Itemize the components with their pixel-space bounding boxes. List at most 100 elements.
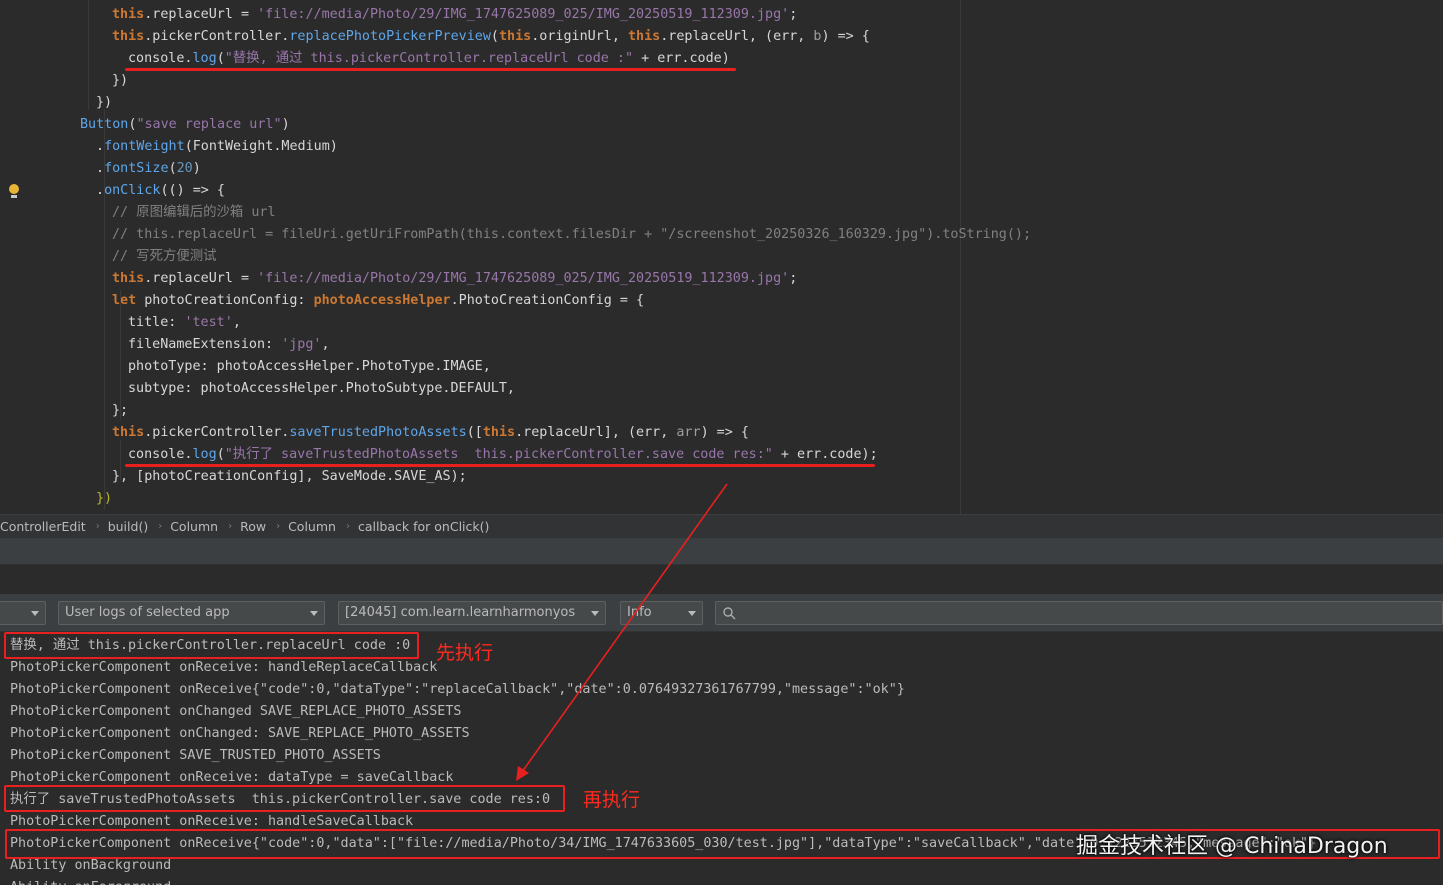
code-token: let [112, 293, 145, 308]
watermark: 掘金技术社区 @ ChinaDragon [1076, 834, 1388, 859]
indent-guide [120, 440, 121, 480]
code-token: this [627, 29, 661, 44]
code-line: this .pickerController.saveTrustedPhotoAs… [112, 422, 749, 444]
code-line: let photoCreationConfig: photoAccessHelp… [112, 290, 644, 312]
code-token: .pickerController. [144, 29, 290, 44]
code-token: ) => { [821, 29, 870, 44]
code-line: title: 'test', [128, 312, 241, 334]
highlight-box-second-log [4, 785, 565, 812]
log-filter-bar: User logs of selected app [24045] com.le… [0, 594, 1443, 632]
code-token: "执行了 saveTrustedPhotoAssets this.pickerC… [224, 447, 773, 462]
indent-guide [120, 290, 121, 420]
tool-window-header [0, 538, 1443, 564]
code-token: this [112, 271, 145, 286]
code-token: this [482, 425, 516, 440]
lightbulb-icon[interactable] [9, 184, 19, 198]
code-token: "save replace url" [136, 117, 282, 132]
code-token: // 原图编辑后的沙箱 url [112, 205, 276, 220]
code-token: title: [128, 315, 185, 330]
log-line: PhotoPickerComponent SAVE_TRUSTED_PHOTO_… [10, 748, 381, 763]
code-line: }, [photoCreationConfig], SaveMode.SAVE_… [112, 466, 467, 488]
code-token: }) [112, 73, 129, 88]
breadcrumb-item[interactable]: build() [108, 519, 157, 534]
annotation-second: 再执行 [583, 789, 641, 811]
code-token: .originUrl, [531, 29, 628, 44]
log-line: PhotoPickerComponent onReceive{"code":0,… [10, 682, 905, 697]
log-line: PhotoPickerComponent onChanged: SAVE_REP… [10, 726, 470, 741]
log-scope-select[interactable]: User logs of selected app [58, 601, 325, 625]
code-token: this [498, 29, 532, 44]
chevron-right-icon: › [228, 521, 233, 532]
code-token: ([ [466, 425, 483, 440]
code-token: .replaceUrl = [144, 271, 258, 286]
log-level-value: Info [627, 605, 652, 620]
code-token: "替换, 通过 this.pickerController.replaceUrl… [224, 51, 634, 66]
process-select[interactable]: [24045] com.learn.learnharmonyos [338, 601, 606, 625]
code-token: photoAccessHelper [313, 293, 451, 308]
code-token: , [321, 337, 330, 352]
chevron-right-icon: › [345, 521, 350, 532]
code-token: ) [281, 117, 290, 132]
code-line: // this.replaceUrl = fileUri.getUriFromP… [112, 224, 1031, 246]
code-token: ; [789, 7, 798, 22]
underline-annotation-1 [125, 68, 736, 71]
code-editor[interactable]: this.replaceUrl = 'file://media/Photo/29… [0, 0, 1443, 514]
code-line: }) [112, 70, 128, 92]
code-token: .replaceUrl], (err, [515, 425, 677, 440]
code-token: ( [216, 51, 225, 66]
code-token: . [96, 183, 105, 198]
code-token: + err.code); [772, 447, 878, 462]
indent-guide [104, 110, 105, 510]
code-token: . [96, 161, 105, 176]
code-token: (FontWeight.Medium) [184, 139, 338, 154]
code-line: console.log("执行了 saveTrustedPhotoAssets … [128, 444, 878, 466]
code-token: fontWeight [104, 139, 185, 154]
breadcrumb-item[interactable]: ControllerEdit [0, 519, 94, 534]
device-select[interactable] [0, 601, 46, 625]
code-line: // 写死方便测试 [112, 246, 217, 268]
code-token: photoType: photoAccessHelper.PhotoType.I… [128, 359, 491, 374]
search-icon [723, 607, 736, 620]
log-scope-value: User logs of selected app [65, 605, 230, 620]
code-token: (err, [765, 29, 814, 44]
code-token: 'file://media/Photo/29/IMG_1747625089_02… [257, 7, 790, 22]
chevron-right-icon: › [158, 521, 163, 532]
log-level-select[interactable]: Info [620, 601, 703, 625]
code-token: this [112, 29, 145, 44]
code-token: // this.replaceUrl = fileUri.getUriFromP… [112, 227, 1032, 242]
code-token: fileNameExtension: [128, 337, 282, 352]
code-token: log [192, 51, 217, 66]
code-token: console. [128, 447, 193, 462]
code-token: ( [216, 447, 225, 462]
breadcrumb-item[interactable]: callback for onClick() [358, 519, 497, 534]
chevron-down-icon [31, 611, 39, 616]
chevron-right-icon: › [276, 521, 281, 532]
code-token: }, [photoCreationConfig], SaveMode.SAVE_… [112, 469, 467, 484]
breadcrumb-item[interactable]: Column [288, 519, 344, 534]
log-line: PhotoPickerComponent onChanged SAVE_REPL… [10, 704, 462, 719]
code-token: // 写死方便测试 [112, 249, 217, 264]
code-token: 20 [176, 161, 193, 176]
code-token: ( [168, 161, 177, 176]
breadcrumb-item[interactable]: Row [240, 519, 274, 534]
log-line: PhotoPickerComponent onReceive: handleRe… [10, 660, 438, 675]
breadcrumb: ControllerEdit › build() › Column › Row › Column… [0, 514, 1443, 538]
code-line: .fontWeight(FontWeight.Medium) [96, 136, 338, 158]
code-line: .onClick(() => { [96, 180, 225, 202]
breadcrumb-item[interactable]: Column [170, 519, 226, 534]
chevron-down-icon [688, 611, 696, 616]
code-token: .pickerController. [144, 425, 290, 440]
log-search-input[interactable] [715, 601, 1443, 625]
code-token: ) => { [700, 425, 749, 440]
code-token: }) [96, 95, 113, 110]
code-token: arr [676, 425, 701, 440]
right-margin-guide [960, 0, 961, 514]
code-token: ; [789, 271, 798, 286]
code-line: this.pickerController.replacePhotoPicker… [112, 26, 870, 48]
code-token: 'test' [184, 315, 233, 330]
code-token: saveTrustedPhotoAssets [289, 425, 467, 440]
code-token: .PhotoCreationConfig = { [450, 293, 645, 308]
code-line: console.log("替换, 通过 this.pickerControlle… [128, 48, 730, 70]
code-token: 'file://media/Photo/29/IMG_1747625089_02… [257, 271, 790, 286]
code-token: this [112, 7, 145, 22]
